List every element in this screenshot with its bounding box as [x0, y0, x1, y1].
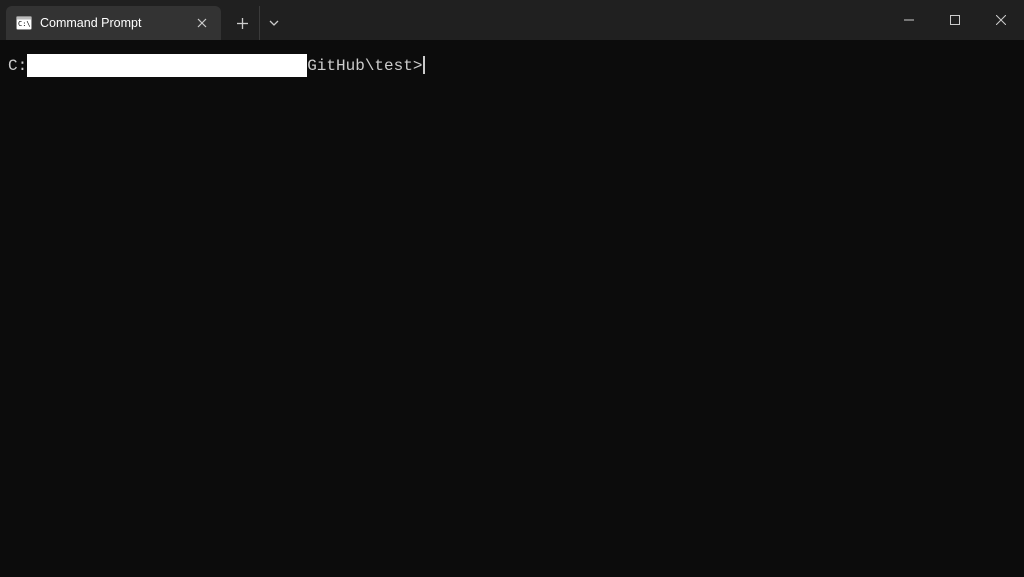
titlebar-drag-area[interactable]	[287, 0, 886, 40]
prompt-path-suffix: GitHub\test>	[307, 57, 422, 75]
terminal-area[interactable]: C: GitHub\test>	[0, 40, 1024, 577]
window-controls	[886, 0, 1024, 40]
tab-command-prompt[interactable]: C:\ Command Prompt	[6, 6, 221, 40]
close-window-button[interactable]	[978, 0, 1024, 40]
titlebar: C:\ Command Prompt	[0, 0, 1024, 40]
svg-text:C:\: C:\	[18, 20, 31, 28]
maximize-button[interactable]	[932, 0, 978, 40]
tab-title: Command Prompt	[40, 16, 187, 30]
prompt-line: C: GitHub\test>	[8, 54, 1016, 77]
tab-dropdown-button[interactable]	[259, 6, 287, 40]
redacted-path	[27, 54, 307, 77]
terminal-icon: C:\	[16, 15, 32, 31]
new-tab-button[interactable]	[225, 6, 259, 40]
close-tab-button[interactable]	[193, 14, 211, 32]
cursor-icon	[423, 56, 425, 74]
tab-area: C:\ Command Prompt	[0, 0, 287, 40]
minimize-button[interactable]	[886, 0, 932, 40]
prompt-drive: C:	[8, 57, 27, 75]
